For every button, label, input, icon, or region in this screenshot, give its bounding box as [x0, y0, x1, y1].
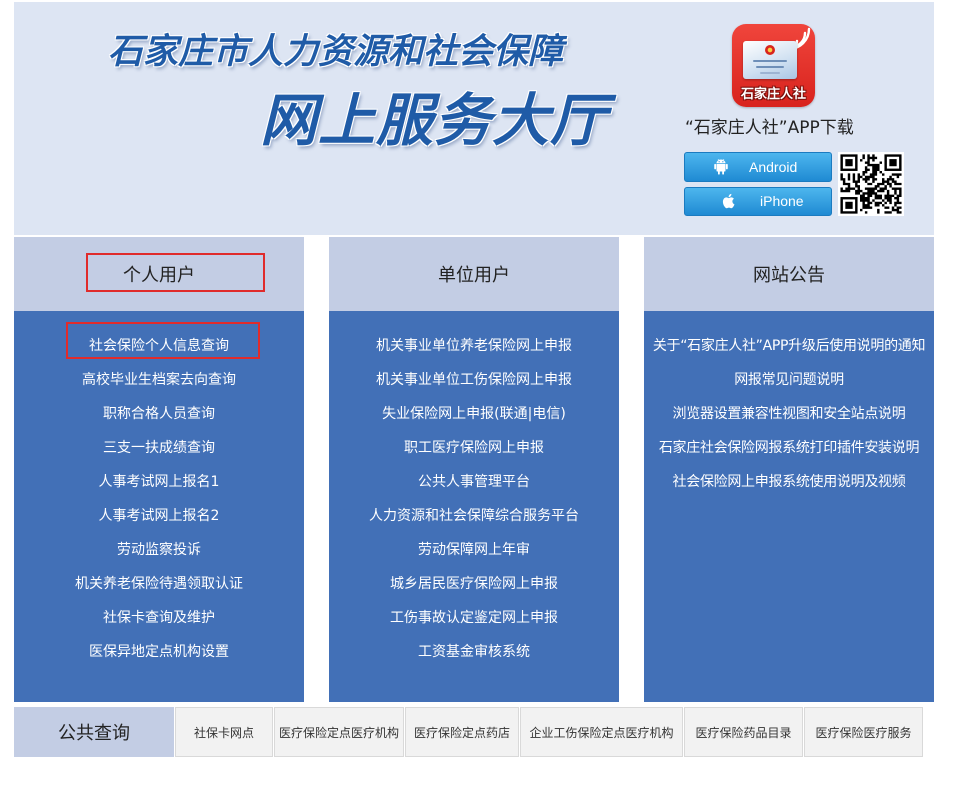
site-notice-heading: 网站公告 — [644, 237, 934, 311]
android-icon — [712, 158, 730, 176]
app-name-label: 石家庄人社 — [740, 87, 806, 102]
public-query-tab[interactable]: 医疗保险医疗服务 — [804, 707, 923, 757]
public-query-label: 公共查询 — [14, 707, 174, 757]
employer-service-link[interactable]: 人力资源和社会保障综合服务平台 — [329, 499, 619, 533]
iphone-download-button[interactable]: iPhone — [684, 187, 832, 216]
app-logo-icon: 石家庄人社 — [732, 24, 815, 107]
iphone-button-label: iPhone — [760, 193, 804, 209]
personal-service-link[interactable]: 社会保险个人信息查询 — [14, 329, 304, 363]
personal-user-link-list: 社会保险个人信息查询 高校毕业生档案去向查询 职称合格人员查询 三支一扶成绩查询… — [14, 311, 304, 702]
personal-service-link[interactable]: 三支一扶成绩查询 — [14, 431, 304, 465]
employer-user-heading: 单位用户 — [329, 237, 619, 311]
personal-service-link[interactable]: 人事考试网上报名1 — [14, 465, 304, 499]
app-download-text: “石家庄人社”APP下载 — [685, 118, 854, 138]
site-subtitle: 网上服务大厅 — [260, 88, 608, 154]
employer-service-link[interactable]: 劳动保障网上年审 — [329, 533, 619, 567]
employer-user-link-list: 机关事业单位养老保险网上申报 机关事业单位工伤保险网上申报 失业保险网上申报(联… — [329, 311, 619, 702]
employer-service-link[interactable]: 机关事业单位养老保险网上申报 — [329, 329, 619, 363]
employer-service-link[interactable]: 工伤事故认定鉴定网上申报 — [329, 601, 619, 635]
card-text-line — [760, 72, 780, 74]
personal-service-link[interactable]: 机关养老保险待遇领取认证 — [14, 567, 304, 601]
public-query-tab[interactable]: 医疗保险定点药店 — [405, 707, 519, 757]
apple-icon — [720, 192, 738, 210]
personal-service-link[interactable]: 社保卡查询及维护 — [14, 601, 304, 635]
qr-finder-pattern — [884, 154, 902, 171]
employer-service-link[interactable]: 城乡居民医疗保险网上申报 — [329, 567, 619, 601]
public-query-tab[interactable]: 医疗保险药品目录 — [684, 707, 803, 757]
card-text-line — [756, 66, 784, 68]
personal-service-link[interactable]: 职称合格人员查询 — [14, 397, 304, 431]
android-download-button[interactable]: Android — [684, 152, 832, 182]
employer-service-link[interactable]: 职工医疗保险网上申报 — [329, 431, 619, 465]
notice-link[interactable]: 石家庄社会保险网报系统打印插件安装说明 — [644, 431, 934, 465]
qr-code-icon — [838, 152, 904, 216]
national-emblem-icon — [765, 45, 775, 55]
personal-service-link[interactable]: 劳动监察投诉 — [14, 533, 304, 567]
personal-user-heading: 个人用户 — [14, 237, 304, 311]
employer-service-link[interactable]: 公共人事管理平台 — [329, 465, 619, 499]
social-security-card-icon — [743, 41, 797, 79]
personal-user-panel: 个人用户 社会保险个人信息查询 高校毕业生档案去向查询 职称合格人员查询 三支一… — [14, 237, 304, 702]
notice-link[interactable]: 网报常见问题说明 — [644, 363, 934, 397]
qr-finder-pattern — [840, 197, 858, 214]
employer-service-link[interactable]: 机关事业单位工伤保险网上申报 — [329, 363, 619, 397]
personal-service-link[interactable]: 人事考试网上报名2 — [14, 499, 304, 533]
notice-link[interactable]: 浏览器设置兼容性视图和安全站点说明 — [644, 397, 934, 431]
employer-service-link[interactable]: 工资基金审核系统 — [329, 635, 619, 669]
public-query-tab[interactable]: 企业工伤保险定点医疗机构 — [520, 707, 683, 757]
header-banner: 石家庄市人力资源和社会保障 网上服务大厅 石家庄人社 “石家庄人社”APP下载 … — [14, 2, 934, 235]
personal-service-link[interactable]: 医保异地定点机构设置 — [14, 635, 304, 669]
personal-service-link[interactable]: 高校毕业生档案去向查询 — [14, 363, 304, 397]
public-query-tab[interactable]: 医疗保险定点医疗机构 — [274, 707, 404, 757]
qr-finder-pattern — [840, 154, 858, 171]
android-button-label: Android — [749, 159, 798, 175]
employer-user-panel: 单位用户 机关事业单位养老保险网上申报 机关事业单位工伤保险网上申报 失业保险网… — [329, 237, 619, 702]
public-query-tab[interactable]: 社保卡网点 — [175, 707, 273, 757]
notice-link[interactable]: 社会保险网上申报系统使用说明及视频 — [644, 465, 934, 499]
notice-link[interactable]: 关于“石家庄人社”APP升级后使用说明的通知 — [644, 329, 934, 363]
card-text-line — [753, 60, 787, 62]
site-notice-link-list: 关于“石家庄人社”APP升级后使用说明的通知 网报常见问题说明 浏览器设置兼容性… — [644, 311, 934, 702]
site-title: 石家庄市人力资源和社会保障 — [108, 32, 564, 72]
site-notice-panel: 网站公告 关于“石家庄人社”APP升级后使用说明的通知 网报常见问题说明 浏览器… — [644, 237, 934, 702]
employer-service-link[interactable]: 失业保险网上申报(联通|电信) — [329, 397, 619, 431]
